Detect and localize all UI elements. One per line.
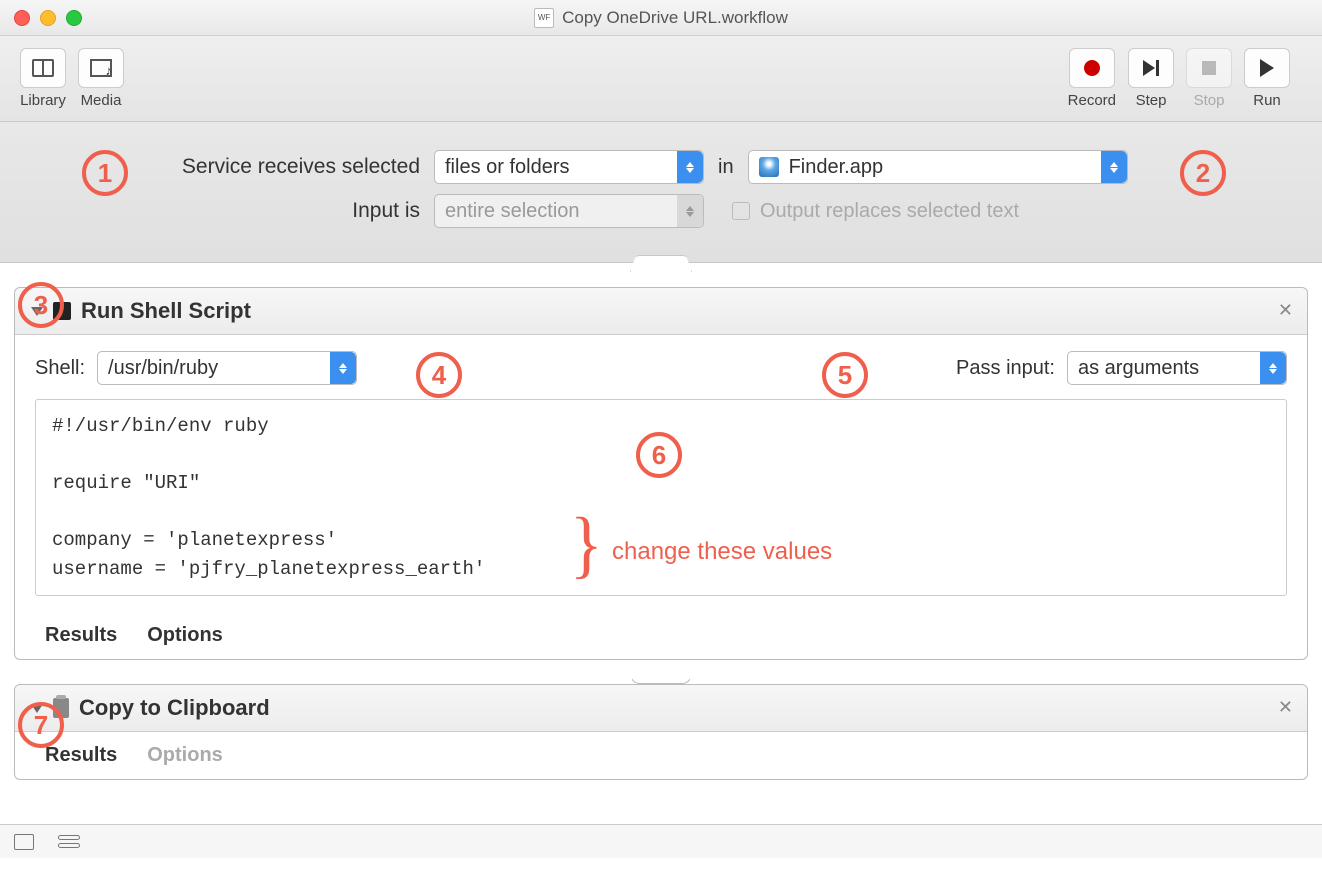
step-icon: [1143, 60, 1159, 76]
output-replaces-checkbox: [732, 202, 750, 220]
output-replaces-label: Output replaces selected text: [760, 200, 1019, 223]
connector-notch: [0, 263, 1322, 277]
action-title: Run Shell Script: [81, 298, 251, 324]
stop-button: Stop: [1186, 48, 1232, 109]
pass-input-label: Pass input:: [956, 357, 1055, 380]
record-button[interactable]: Record: [1068, 48, 1116, 109]
chevron-updown-icon: [677, 151, 703, 183]
results-button[interactable]: Results: [45, 744, 117, 767]
pass-input-select[interactable]: as arguments: [1067, 351, 1287, 385]
chevron-updown-icon: [1101, 151, 1127, 183]
options-button[interactable]: Options: [147, 624, 223, 647]
step-button[interactable]: Step: [1128, 48, 1174, 109]
run-shell-script-action: Run Shell Script ✕ Shell: /usr/bin/ruby …: [14, 287, 1308, 660]
action-connector: [14, 670, 1308, 684]
action-title: Copy to Clipboard: [79, 695, 270, 721]
log-view-icon[interactable]: [14, 834, 34, 850]
disclosure-icon[interactable]: [31, 307, 43, 316]
finder-icon: [759, 157, 779, 177]
media-icon: [90, 59, 112, 77]
chevron-updown-icon: [330, 352, 356, 384]
close-icon[interactable]: [14, 10, 30, 26]
workflow-area: Run Shell Script ✕ Shell: /usr/bin/ruby …: [0, 277, 1322, 877]
window-title: Copy OneDrive URL.workflow: [562, 8, 788, 28]
annotation-brace: }: [570, 501, 603, 588]
record-icon: [1084, 60, 1100, 76]
service-config: Service receives selected files or folde…: [0, 122, 1322, 263]
minimize-icon[interactable]: [40, 10, 56, 26]
chevron-updown-icon: [677, 195, 703, 227]
shell-select[interactable]: /usr/bin/ruby: [97, 351, 357, 385]
results-button[interactable]: Results: [45, 624, 117, 647]
zoom-icon[interactable]: [66, 10, 82, 26]
disclosure-icon[interactable]: [31, 704, 43, 713]
titlebar: WF Copy OneDrive URL.workflow: [0, 0, 1322, 36]
copy-to-clipboard-action: Copy to Clipboard ✕ Results Options: [14, 684, 1308, 780]
input-type-select[interactable]: files or folders: [434, 150, 704, 184]
script-textarea[interactable]: #!/usr/bin/env ruby require "URI" compan…: [35, 399, 1287, 596]
shell-label: Shell:: [35, 357, 85, 380]
play-icon: [1260, 59, 1274, 77]
media-button[interactable]: Media: [78, 48, 124, 109]
library-icon: [32, 59, 54, 77]
application-select[interactable]: Finder.app: [748, 150, 1128, 184]
chevron-updown-icon: [1260, 352, 1286, 384]
close-action-icon[interactable]: ✕: [1278, 300, 1293, 321]
window-controls: [0, 10, 82, 26]
statusbar: [0, 824, 1322, 858]
clipboard-icon: [53, 698, 69, 718]
variables-view-icon[interactable]: [58, 835, 80, 848]
in-label: in: [718, 156, 734, 179]
toolbar: Library Media Record Step Stop Run: [0, 36, 1322, 122]
terminal-icon: [53, 302, 71, 320]
annotation-text: change these values: [612, 538, 832, 566]
stop-icon: [1202, 61, 1216, 75]
options-button: Options: [147, 744, 223, 767]
input-is-label: Input is: [24, 199, 434, 223]
close-action-icon[interactable]: ✕: [1278, 697, 1293, 718]
input-scope-select: entire selection: [434, 194, 704, 228]
run-button[interactable]: Run: [1244, 48, 1290, 109]
workflow-file-icon: WF: [534, 8, 554, 28]
library-button[interactable]: Library: [20, 48, 66, 109]
service-receives-label: Service receives selected: [24, 155, 434, 179]
